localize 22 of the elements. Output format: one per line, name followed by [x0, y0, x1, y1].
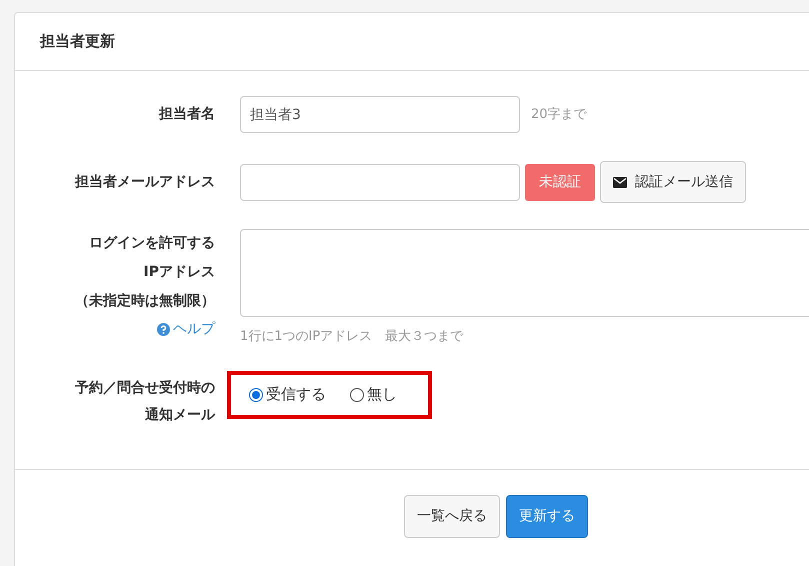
panel-title: 担当者更新: [40, 31, 115, 52]
send-email-button[interactable]: 認証メール送信: [600, 161, 746, 203]
ip-address-field[interactable]: [240, 229, 809, 317]
input-field[interactable]: 担当者3: [240, 96, 520, 133]
field-label: ログインを許可する: [89, 234, 215, 253]
field-label: IPアドレス: [144, 263, 215, 282]
field-label: 予約／問合せ受付時の: [75, 378, 215, 398]
radio-option[interactable]: 受信する: [249, 383, 326, 406]
envelope-icon: [613, 176, 627, 188]
back-button[interactable]: 一覧へ戻る: [404, 494, 500, 538]
help-link[interactable]: ヘルプ: [157, 316, 215, 342]
help-icon: [157, 322, 170, 336]
field-label: 担当者メールアドレス: [75, 172, 215, 192]
hint-text: 20字まで: [531, 106, 587, 124]
field-label: （未指定時は無制限）: [75, 292, 215, 311]
field-label: 通知メール: [145, 406, 215, 424]
status-badge: 未認証: [525, 164, 595, 200]
radio-option[interactable]: 無し: [350, 383, 397, 406]
input-field[interactable]: [240, 164, 520, 200]
field-label: 担当者名: [159, 105, 215, 124]
hint-text: 1行に1つのIPアドレス 最大３つまで: [240, 328, 464, 346]
update-button[interactable]: 更新する: [506, 494, 588, 538]
